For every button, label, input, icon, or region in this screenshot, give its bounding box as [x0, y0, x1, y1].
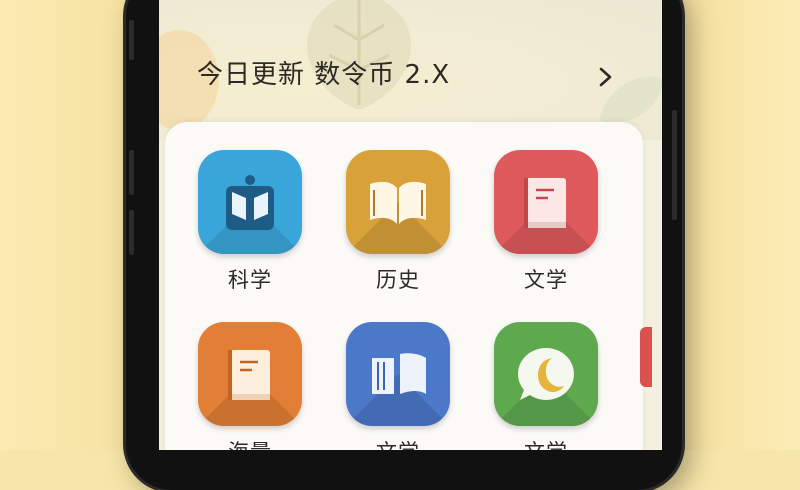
update-banner-text: 今日更新 数令币 2.X [197, 60, 451, 90]
app-grid-panel: 科学 历史 文学 [165, 122, 652, 450]
app-label: 海量 [195, 436, 305, 450]
phone-power-button [672, 110, 677, 220]
app-history[interactable]: 历史 [343, 150, 453, 294]
app-science[interactable]: 科学 [195, 150, 305, 294]
app-literature[interactable]: 文学 [491, 150, 601, 294]
literature-3-tile[interactable] [494, 322, 598, 426]
background-left [0, 0, 140, 450]
history-tile[interactable] [346, 150, 450, 254]
app-label: 文学 [524, 268, 568, 292]
app-literature-2[interactable]: 文学 [343, 322, 453, 450]
app-label: 文学 [491, 436, 601, 450]
phone-volume-up-button [129, 150, 134, 195]
open-book-icon [370, 181, 426, 224]
massive-tile[interactable] [198, 322, 302, 426]
app-literature-3[interactable]: 文学 [491, 322, 601, 450]
phone-screen: 今日更新 数令币 2.X 科学 历史 文学 [159, 0, 662, 450]
science-tile[interactable] [198, 150, 302, 254]
phone-volume-down-button [129, 210, 134, 255]
chevron-right-icon[interactable] [595, 66, 617, 88]
phone-side-button [129, 20, 134, 60]
background-right [670, 0, 800, 450]
update-banner[interactable]: 今日更新 数令币 2.X [159, 40, 662, 110]
literature-2-tile[interactable] [346, 322, 450, 426]
app-label: 历史 [376, 268, 420, 292]
header-background: 今日更新 数令币 2.X [159, 0, 662, 140]
closed-book-icon [524, 178, 566, 228]
next-page-tile-edge[interactable] [640, 327, 652, 387]
app-massive[interactable]: 海量 [195, 322, 305, 450]
app-label: 文学 [343, 436, 453, 450]
chat-moon-icon [518, 348, 574, 400]
literature-tile[interactable] [494, 150, 598, 254]
app-label: 科学 [228, 268, 272, 292]
open-book-icon [372, 353, 426, 394]
science-book-icon [226, 175, 274, 230]
closed-book-icon [228, 350, 270, 400]
